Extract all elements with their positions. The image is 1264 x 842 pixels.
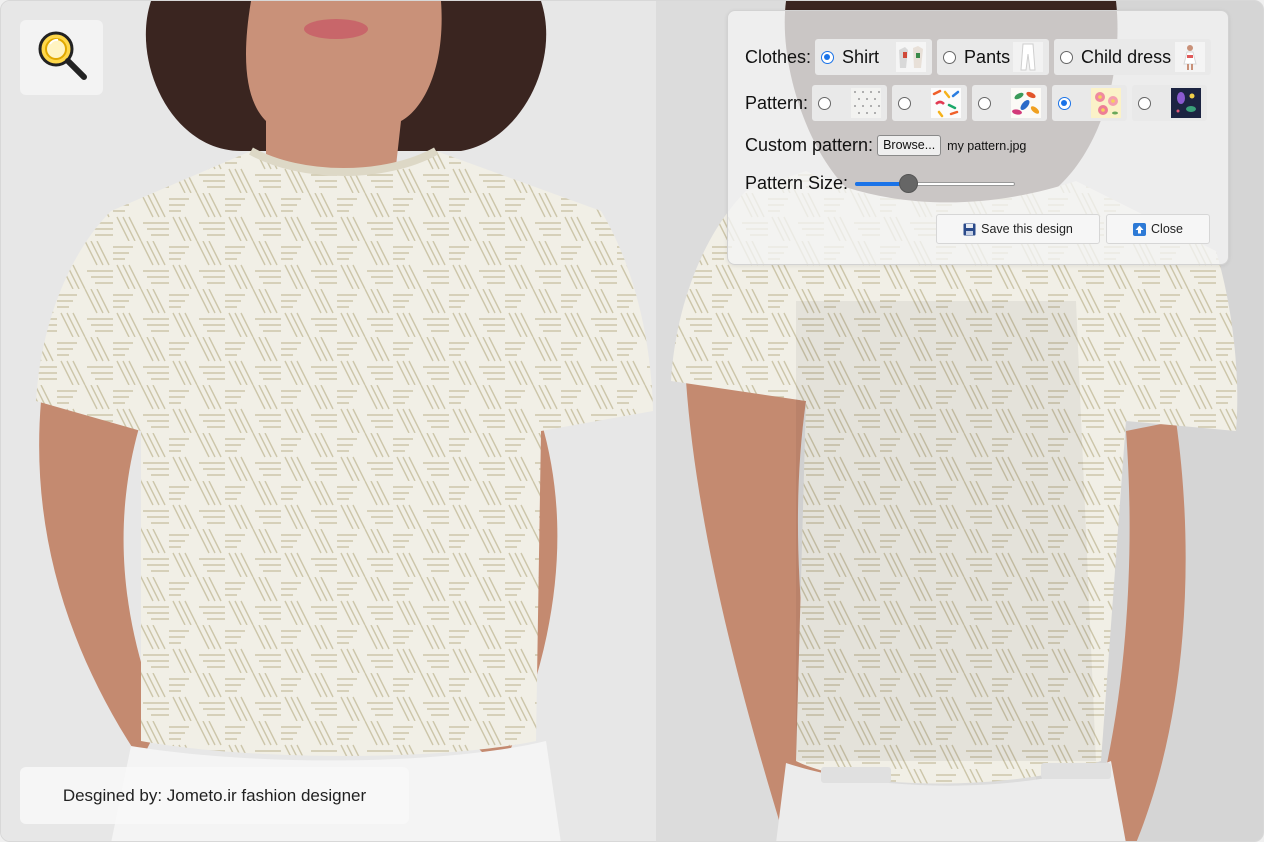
design-control-panel: Clothes: Shirt Pants Child dress Pattern… [727, 10, 1229, 265]
front-view-photo [1, 1, 656, 841]
close-button[interactable]: Close [1106, 214, 1210, 244]
pattern-option-night[interactable] [1132, 85, 1208, 121]
custom-pattern-label: Custom pattern: [745, 135, 874, 155]
zoom-button[interactable] [20, 20, 103, 95]
custom-pattern-row: Custom pattern: Browse... my pattern.jpg [745, 135, 1026, 156]
pants-radio[interactable] [943, 50, 957, 64]
shirt-thumbnail-icon [896, 42, 927, 72]
pattern-option-floral[interactable] [1052, 85, 1128, 121]
clothes-label: Clothes: [745, 46, 812, 67]
child-dress-radio[interactable] [1060, 50, 1074, 64]
pattern-leaves-radio[interactable] [978, 96, 992, 110]
pattern-option-leaves[interactable] [972, 85, 1048, 121]
pattern-floral-radio[interactable] [1058, 96, 1072, 110]
confetti-pattern-thumbnail-icon [931, 88, 962, 118]
slider-thumb[interactable] [898, 173, 918, 193]
design-stage: Desgined by: Jometo.ir fashion designer … [0, 0, 1264, 842]
clothes-row: Clothes: Shirt Pants Child dress [745, 39, 1216, 75]
close-label: Close [1151, 222, 1183, 236]
upload-arrow-icon [1133, 222, 1147, 236]
pattern-row: Pattern: [745, 85, 1212, 121]
leaves-pattern-thumbnail-icon [1011, 88, 1042, 118]
pattern-option-dots[interactable] [812, 85, 888, 121]
pattern-size-slider[interactable] [855, 173, 1016, 193]
clothes-option-child-dress[interactable]: Child dress [1054, 39, 1212, 75]
pattern-option-confetti[interactable] [892, 85, 968, 121]
save-design-button[interactable]: Save this design [936, 214, 1100, 244]
pants-label: Pants [964, 46, 1011, 67]
floral-pattern-thumbnail-icon [1091, 88, 1122, 118]
selected-file-name: my pattern.jpg [947, 138, 1027, 153]
shirt-radio[interactable] [821, 50, 835, 64]
pattern-dots-radio[interactable] [818, 96, 832, 110]
child-dress-thumbnail-icon [1175, 42, 1206, 72]
pattern-size-label: Pattern Size: [745, 173, 849, 193]
browse-button[interactable]: Browse... [877, 135, 942, 156]
dots-pattern-thumbnail-icon [851, 88, 882, 118]
pattern-confetti-radio[interactable] [898, 96, 912, 110]
shirt-label: Shirt [842, 46, 880, 67]
save-design-label: Save this design [981, 222, 1073, 236]
floppy-disk-icon [963, 223, 976, 236]
pattern-night-radio[interactable] [1138, 96, 1152, 110]
night-pattern-thumbnail-icon [1171, 88, 1202, 118]
clothes-option-pants[interactable]: Pants [937, 39, 1050, 75]
designer-credit: Desgined by: Jometo.ir fashion designer [20, 767, 409, 824]
child-dress-label: Child dress [1081, 46, 1172, 67]
pattern-size-row: Pattern Size: [745, 173, 1016, 194]
magnifier-icon [34, 27, 90, 88]
pattern-label: Pattern: [745, 92, 809, 113]
pants-thumbnail-icon [1013, 42, 1044, 72]
clothes-option-shirt[interactable]: Shirt [815, 39, 933, 75]
credit-text: Desgined by: Jometo.ir fashion designer [62, 785, 367, 805]
